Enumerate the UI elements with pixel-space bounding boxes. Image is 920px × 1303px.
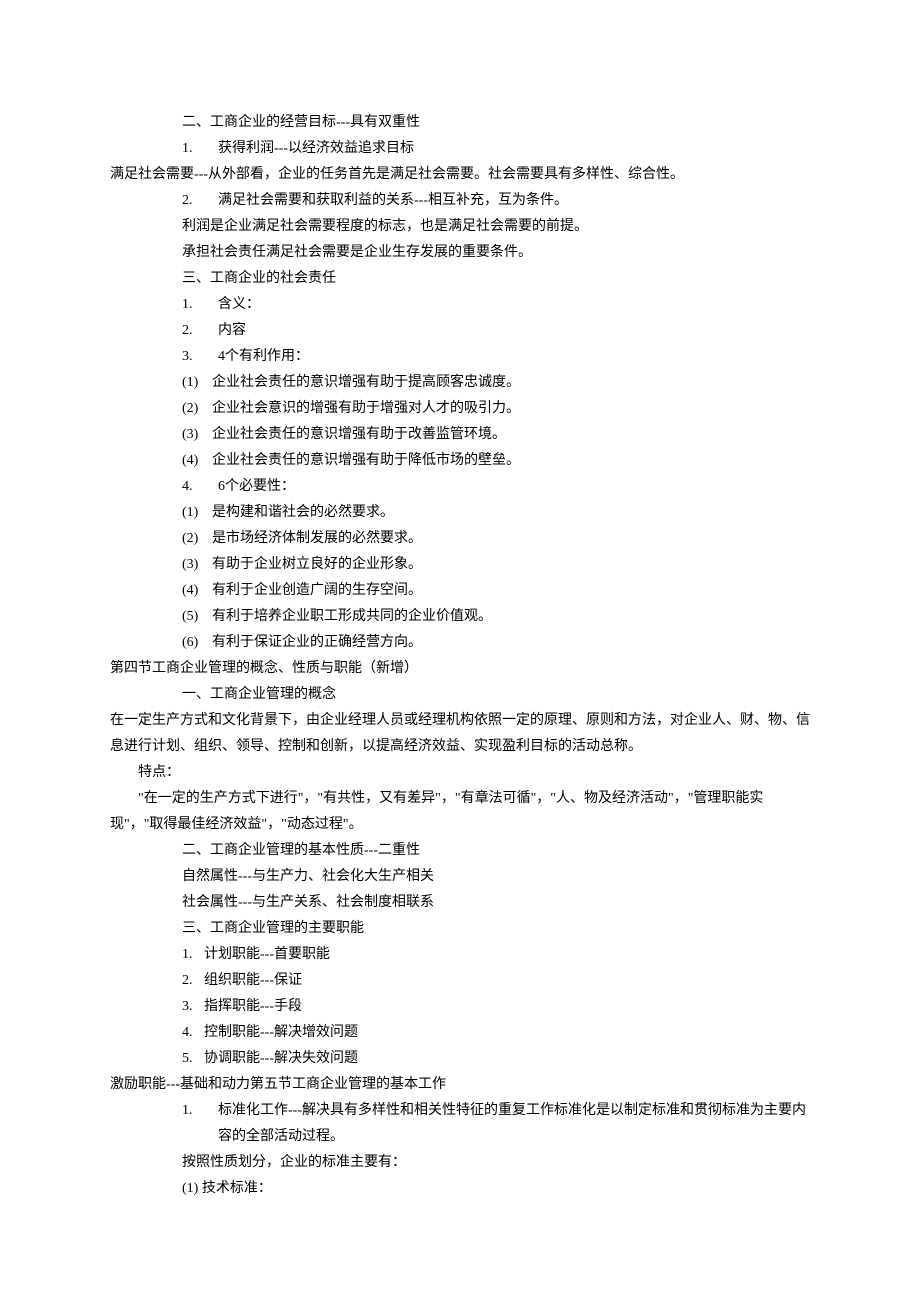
item-text: 是构建和谐社会的必然要求。 [212, 500, 394, 526]
list-item: (1) 企业社会责任的意识增强有助于提高顾客忠诚度。 [182, 370, 810, 396]
section-2-para-2: 利润是企业满足社会需要程度的标志，也是满足社会需要的前提。 [110, 214, 810, 240]
item-text: 企业社会意识的增强有助于增强对人才的吸引力。 [212, 396, 520, 422]
section-5-para-1: 按照性质划分，企业的标准主要有： [110, 1150, 810, 1176]
section-3-title: 三、工商企业的社会责任 [110, 266, 810, 292]
list-item: 2. 组织职能---保证 [182, 968, 810, 994]
item-number: (1) [182, 500, 212, 526]
item-number: (3) [182, 422, 212, 448]
item-text: 指挥职能---手段 [204, 994, 302, 1020]
item-number: (4) [182, 448, 212, 474]
item-number: 1. [182, 942, 204, 968]
item-text: 企业社会责任的意识增强有助于改善监管环境。 [212, 422, 506, 448]
list-item: (6) 有利于保证企业的正确经营方向。 [182, 630, 810, 656]
list-item: (2) 企业社会意识的增强有助于增强对人才的吸引力。 [182, 396, 810, 422]
item-text: 标准化工作---解决具有多样性和相关性特征的重复工作标准化是以制定标准和贯彻标准… [218, 1098, 810, 1150]
item-number: (6) [182, 630, 212, 656]
features-text: "在一定的生产方式下进行"，"有共性，又有差异"，"有章法可循"，"人、物及经济… [110, 786, 810, 838]
section-3-necessity-title: 4. 6个必要性： [110, 474, 810, 500]
list-item: 4. 6个必要性： [182, 474, 810, 500]
list-item: 1. 计划职能---首要职能 [182, 942, 810, 968]
document-page: 二、工商企业的经营目标---具有双重性 1. 获得利润---以经济效益追求目标 … [0, 0, 920, 1262]
list-item: 2. 满足社会需要和获取利益的关系---相互补充，互为条件。 [182, 188, 810, 214]
item-text: 控制职能---解决增效问题 [204, 1020, 358, 1046]
list-item: (2) 是市场经济体制发展的必然要求。 [182, 526, 810, 552]
item-text: 有利于保证企业的正确经营方向。 [212, 630, 422, 656]
item-number: (2) [182, 396, 212, 422]
section-3-list: 1. 含义： 2. 内容 3. 4个有利作用： [110, 292, 810, 370]
item-text: 满足社会需要和获取利益的关系---相互补充，互为条件。 [218, 188, 568, 214]
section-2-para-1: 满足社会需要---从外部看，企业的任务首先是满足社会需要。社会需要具有多样性、综… [110, 162, 810, 188]
section-2-list-2: 2. 满足社会需要和获取利益的关系---相互补充，互为条件。 [110, 188, 810, 214]
item-text: 获得利润---以经济效益追求目标 [218, 136, 414, 162]
item-number: (5) [182, 604, 212, 630]
item-number: 3. [182, 994, 204, 1020]
section-3-benefits: (1) 企业社会责任的意识增强有助于提高顾客忠诚度。 (2) 企业社会意识的增强… [110, 370, 810, 474]
section-3-necessities: (1) 是构建和谐社会的必然要求。 (2) 是市场经济体制发展的必然要求。 (3… [110, 500, 810, 656]
list-item: (3) 有助于企业树立良好的企业形象。 [182, 552, 810, 578]
section-5-heading: 激励职能---基础和动力第五节工商企业管理的基本工作 [110, 1072, 810, 1098]
section-2-title: 二、工商企业的经营目标---具有双重性 [110, 110, 810, 136]
section-5-list: 1. 标准化工作---解决具有多样性和相关性特征的重复工作标准化是以制定标准和贯… [110, 1098, 810, 1150]
item-number: 5. [182, 1046, 204, 1072]
item-number: 2. [182, 318, 218, 344]
list-item: 1. 获得利润---以经济效益追求目标 [182, 136, 810, 162]
list-item: (5) 有利于培养企业职工形成共同的企业价值观。 [182, 604, 810, 630]
item-number: 1. [182, 1098, 218, 1150]
item-number: 4. [182, 474, 218, 500]
list-item: 4. 控制职能---解决增效问题 [182, 1020, 810, 1046]
list-item: (1) 是构建和谐社会的必然要求。 [182, 500, 810, 526]
list-item: (4) 企业社会责任的意识增强有助于降低市场的壁垒。 [182, 448, 810, 474]
list-item: 3. 4个有利作用： [182, 344, 810, 370]
item-text: 组织职能---保证 [204, 968, 302, 994]
item-text: 有助于企业树立良好的企业形象。 [212, 552, 422, 578]
item-text: 4个有利作用： [218, 344, 309, 370]
section-5-sub-1: (1) 技术标准： [110, 1176, 810, 1202]
item-text: 是市场经济体制发展的必然要求。 [212, 526, 422, 552]
item-text: 有利于企业创造广阔的生存空间。 [212, 578, 422, 604]
item-text: 协调职能---解决失效问题 [204, 1046, 358, 1072]
list-item: 2. 内容 [182, 318, 810, 344]
item-number: (3) [182, 552, 212, 578]
item-number: (4) [182, 578, 212, 604]
section-4-2-line-2: 社会属性---与生产关系、社会制度相联系 [110, 890, 810, 916]
section-4-heading: 第四节工商企业管理的概念、性质与职能（新增） [110, 656, 810, 682]
section-4-1-title: 一、工商企业管理的概念 [110, 682, 810, 708]
section-4-2-line-1: 自然属性---与生产力、社会化大生产相关 [110, 864, 810, 890]
item-text: 含义： [218, 292, 260, 318]
item-number: (1) [182, 370, 212, 396]
item-text: 计划职能---首要职能 [204, 942, 330, 968]
section-4-3-funcs: 1. 计划职能---首要职能 2. 组织职能---保证 3. 指挥职能---手段… [110, 942, 810, 1072]
list-item: 1. 标准化工作---解决具有多样性和相关性特征的重复工作标准化是以制定标准和贯… [182, 1098, 810, 1150]
item-text: 有利于培养企业职工形成共同的企业价值观。 [212, 604, 492, 630]
list-item: (3) 企业社会责任的意识增强有助于改善监管环境。 [182, 422, 810, 448]
item-text: 企业社会责任的意识增强有助于降低市场的壁垒。 [212, 448, 520, 474]
section-2-list-1: 1. 获得利润---以经济效益追求目标 [110, 136, 810, 162]
item-text: 企业社会责任的意识增强有助于提高顾客忠诚度。 [212, 370, 520, 396]
section-2-para-3: 承担社会责任满足社会需要是企业生存发展的重要条件。 [110, 240, 810, 266]
item-number: 4. [182, 1020, 204, 1046]
item-text: 6个必要性： [218, 474, 295, 500]
item-number: 2. [182, 968, 204, 994]
item-number: 3. [182, 344, 218, 370]
section-4-2-title: 二、工商企业管理的基本性质---二重性 [110, 838, 810, 864]
section-4-1-para: 在一定生产方式和文化背景下，由企业经理人员或经理机构依照一定的原理、原则和方法，… [110, 708, 810, 760]
section-4-3-title: 三、工商企业管理的主要职能 [110, 916, 810, 942]
item-number: 2. [182, 188, 218, 214]
list-item: (4) 有利于企业创造广阔的生存空间。 [182, 578, 810, 604]
item-text: 内容 [218, 318, 246, 344]
list-item: 5. 协调职能---解决失效问题 [182, 1046, 810, 1072]
list-item: 3. 指挥职能---手段 [182, 994, 810, 1020]
features-label: 特点： [110, 760, 810, 786]
item-number: (2) [182, 526, 212, 552]
list-item: 1. 含义： [182, 292, 810, 318]
item-number: 1. [182, 292, 218, 318]
item-number: 1. [182, 136, 218, 162]
